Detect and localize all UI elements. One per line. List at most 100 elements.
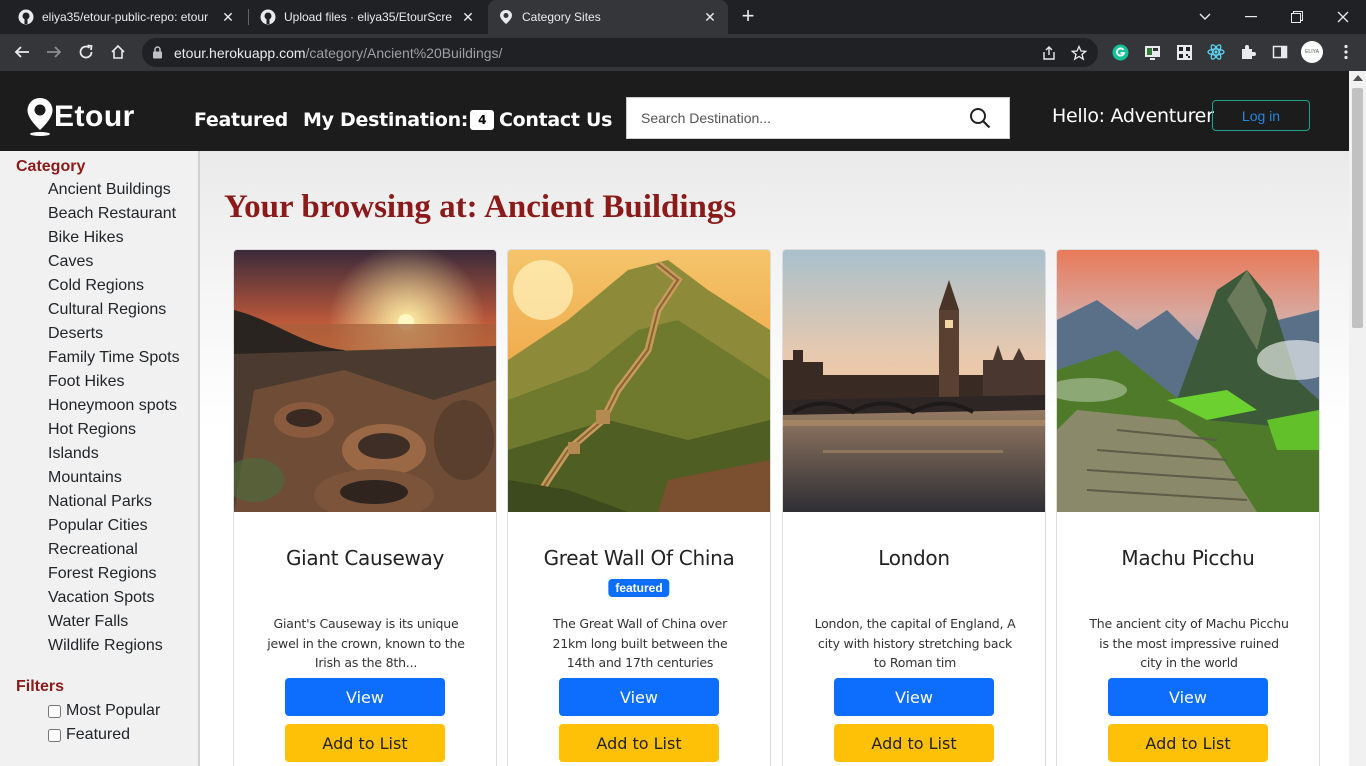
browser-tab-1[interactable]: Upload files · eliya35/EtourScreen ✕ — [250, 0, 486, 34]
add-to-list-button[interactable]: Add to List — [559, 724, 719, 762]
sidebar-item-hot-regions[interactable]: Hot Regions — [48, 421, 136, 439]
view-button[interactable]: View — [1108, 678, 1268, 716]
view-button[interactable]: View — [559, 678, 719, 716]
featured-badge: featured — [608, 579, 670, 597]
minimize-icon[interactable] — [1228, 0, 1274, 34]
view-button[interactable]: View — [285, 678, 445, 716]
destination-card: Giant Causeway Giant's Causeway is its u… — [233, 249, 497, 766]
back-arrow-icon[interactable] — [10, 40, 34, 64]
nav-featured-link[interactable]: Featured — [194, 109, 288, 131]
card-title: London — [878, 546, 950, 570]
add-to-list-button[interactable]: Add to List — [1108, 724, 1268, 762]
sidebar-item-popular-cities[interactable]: Popular Cities — [48, 517, 148, 535]
close-tab-icon[interactable]: ✕ — [220, 9, 236, 26]
sidebar-item-deserts[interactable]: Deserts — [48, 325, 103, 343]
sidebar-item-cold-regions[interactable]: Cold Regions — [48, 277, 144, 295]
tab-divider — [248, 9, 249, 25]
etour-favicon-icon — [498, 9, 514, 25]
address-bar[interactable]: etour.herokuapp.com/category/Ancient%20B… — [142, 38, 1098, 67]
close-tab-icon[interactable]: ✕ — [460, 9, 476, 26]
filter-label: Most Popular — [66, 702, 161, 719]
nav-my-destination-link[interactable]: My Destination: 4 — [303, 109, 495, 131]
add-to-list-button[interactable]: Add to List — [285, 724, 445, 762]
location-pin-icon — [27, 98, 53, 136]
login-button[interactable]: Log in — [1212, 100, 1310, 131]
reload-icon[interactable] — [74, 40, 98, 64]
sidebar-item-honeymoon-spots[interactable]: Honeymoon spots — [48, 397, 177, 415]
destination-card: Great Wall Of China featured The Great W… — [507, 249, 771, 766]
card-description: The ancient city of Machu Picchu is the … — [1089, 616, 1289, 670]
page-title: Your browsing at: Ancient Buildings — [224, 189, 737, 225]
close-window-icon[interactable] — [1320, 0, 1366, 34]
sidebar-item-wildlife-regions[interactable]: Wildlife Regions — [48, 637, 163, 655]
github-icon — [18, 9, 34, 25]
card-description: London, the capital of England, A city w… — [814, 616, 1016, 670]
address-host: etour.herokuapp.com — [174, 45, 306, 61]
card-title: Great Wall Of China — [543, 546, 735, 570]
extension-monitor-icon[interactable] — [1143, 43, 1161, 61]
destination-card: Machu Picchu The ancient city of Machu P… — [1056, 249, 1320, 766]
grammarly-icon[interactable] — [1111, 43, 1129, 61]
card-title: Machu Picchu — [1121, 546, 1255, 570]
kebab-menu-icon[interactable] — [1337, 43, 1355, 61]
featured-checkbox[interactable] — [48, 728, 61, 742]
card-title: Giant Causeway — [285, 546, 445, 570]
sidebar-item-islands[interactable]: Islands — [48, 445, 99, 463]
browser-tab-title: Category Sites — [522, 10, 601, 24]
lock-icon — [152, 46, 163, 64]
sidebar-item-mountains[interactable]: Mountains — [48, 469, 122, 487]
address-url: etour.herokuapp.com/category/Ancient%20B… — [174, 45, 502, 61]
bookmark-star-icon[interactable] — [1070, 44, 1088, 62]
sidebar-item-national-parks[interactable]: National Parks — [48, 493, 152, 511]
restore-icon[interactable] — [1274, 0, 1320, 34]
sidebar-item-forest-regions[interactable]: Forest Regions — [48, 565, 157, 583]
filter-featured[interactable]: Featured — [48, 726, 130, 744]
search-input[interactable] — [627, 98, 957, 138]
sidebar-item-bike-hikes[interactable]: Bike Hikes — [48, 229, 124, 247]
sidebar-item-recreational[interactable]: Recreational — [48, 541, 138, 559]
sidebar-item-cultural-regions[interactable]: Cultural Regions — [48, 301, 166, 319]
card-description: The Great Wall of China over 21km long b… — [552, 616, 728, 670]
nav-my-destination-label: My Destination: — [303, 109, 469, 131]
sidebar-item-ancient-buildings[interactable]: Ancient Buildings — [48, 181, 171, 199]
add-to-list-button[interactable]: Add to List — [834, 724, 994, 762]
category-heading: Category — [16, 158, 86, 175]
sidebar: Category Ancient Buildings Beach Restaur… — [0, 151, 200, 766]
browser-tab-bar: eliya35/etour-public-repo: etour ✕ Uploa… — [0, 0, 1366, 34]
puzzle-extensions-icon[interactable] — [1239, 43, 1257, 61]
side-panel-icon[interactable] — [1271, 43, 1289, 61]
filter-label: Featured — [66, 726, 131, 743]
browser-tab-0[interactable]: eliya35/etour-public-repo: etour ✕ — [8, 0, 246, 34]
view-button[interactable]: View — [834, 678, 994, 716]
close-tab-icon[interactable]: ✕ — [702, 9, 718, 26]
forward-arrow-icon[interactable] — [42, 40, 66, 64]
filters-heading: Filters — [16, 678, 65, 695]
sidebar-item-beach-restaurant[interactable]: Beach Restaurant — [48, 205, 176, 223]
sidebar-item-foot-hikes[interactable]: Foot Hikes — [48, 373, 124, 391]
machu-picchu-photo — [1057, 250, 1319, 512]
sidebar-item-caves[interactable]: Caves — [48, 253, 93, 271]
browser-tab-2[interactable]: Category Sites ✕ — [488, 0, 728, 34]
new-tab-icon[interactable]: + — [736, 5, 760, 29]
search-icon[interactable] — [969, 107, 991, 134]
react-devtools-icon[interactable] — [1207, 43, 1225, 61]
giant-causeway-photo — [234, 250, 496, 512]
sidebar-item-family-time-spots[interactable]: Family Time Spots — [48, 349, 180, 367]
tab-search-chevron-icon[interactable] — [1182, 0, 1228, 34]
scroll-up-arrow-icon[interactable] — [1353, 75, 1363, 81]
card-description: Giant's Causeway is its unique jewel in … — [267, 616, 465, 670]
most-popular-checkbox[interactable] — [48, 704, 61, 718]
sidebar-item-water-falls[interactable]: Water Falls — [48, 613, 128, 631]
home-icon[interactable] — [106, 40, 130, 64]
qr-code-icon[interactable] — [1175, 43, 1193, 61]
browser-tab-title: eliya35/etour-public-repo: etour — [42, 10, 209, 24]
sidebar-item-vacation-spots[interactable]: Vacation Spots — [48, 589, 154, 607]
share-icon[interactable] — [1040, 44, 1058, 62]
destination-count-badge: 4 — [470, 110, 495, 130]
profile-avatar[interactable]: ELIYA — [1301, 41, 1323, 63]
greeting-text: Hello: Adventurer — [1052, 105, 1214, 127]
etour-logo[interactable]: Etour — [26, 97, 135, 137]
nav-contact-link[interactable]: Contact Us — [499, 109, 612, 131]
scrollbar-thumb[interactable] — [1352, 88, 1363, 328]
filter-most-popular[interactable]: Most Popular — [48, 702, 160, 720]
